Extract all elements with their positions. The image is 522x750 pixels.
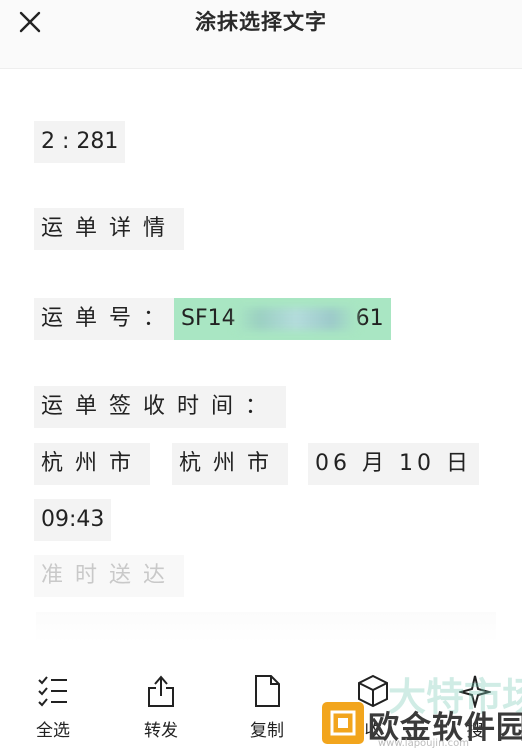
- copy-label: 复制: [250, 721, 284, 741]
- ocr-city-2[interactable]: 杭州市: [172, 443, 289, 485]
- copy-button[interactable]: 复制: [222, 668, 312, 741]
- watermark-url: www.lapoujin.com: [378, 738, 469, 749]
- ocr-date[interactable]: 06 月 10 日: [308, 443, 479, 485]
- share-icon: [116, 668, 206, 708]
- page-title: 涂抹选择文字: [195, 10, 327, 34]
- faded-text-row: [36, 612, 496, 642]
- ocr-time[interactable]: 09:43: [34, 499, 112, 541]
- ocr-status[interactable]: 准时送达: [34, 555, 185, 597]
- forward-label: 转发: [144, 721, 178, 741]
- select-all-button[interactable]: 全选: [8, 668, 98, 741]
- header-bar: 涂抹选择文字: [0, 0, 522, 69]
- checklist-icon: [8, 668, 98, 708]
- ocr-city-1[interactable]: 杭州市: [34, 443, 151, 485]
- select-all-label: 全选: [36, 721, 70, 741]
- ocr-line-id[interactable]: 2 : 281: [34, 121, 126, 163]
- forward-button[interactable]: 转发: [116, 668, 206, 741]
- waybill-suffix: 61: [355, 306, 384, 331]
- document-icon: [222, 668, 312, 708]
- waybill-prefix: SF14: [181, 306, 236, 331]
- ocr-waybill-label[interactable]: 运单号：: [34, 298, 185, 340]
- watermark-logo-icon: [322, 702, 364, 744]
- waybill-redacted: [235, 308, 356, 330]
- ocr-sign-time-label[interactable]: 运单签收时间：: [34, 386, 287, 428]
- ocr-waybill-number-selected[interactable]: SF14 61: [174, 298, 391, 340]
- ocr-line-waybill-detail[interactable]: 运单详情: [34, 208, 185, 250]
